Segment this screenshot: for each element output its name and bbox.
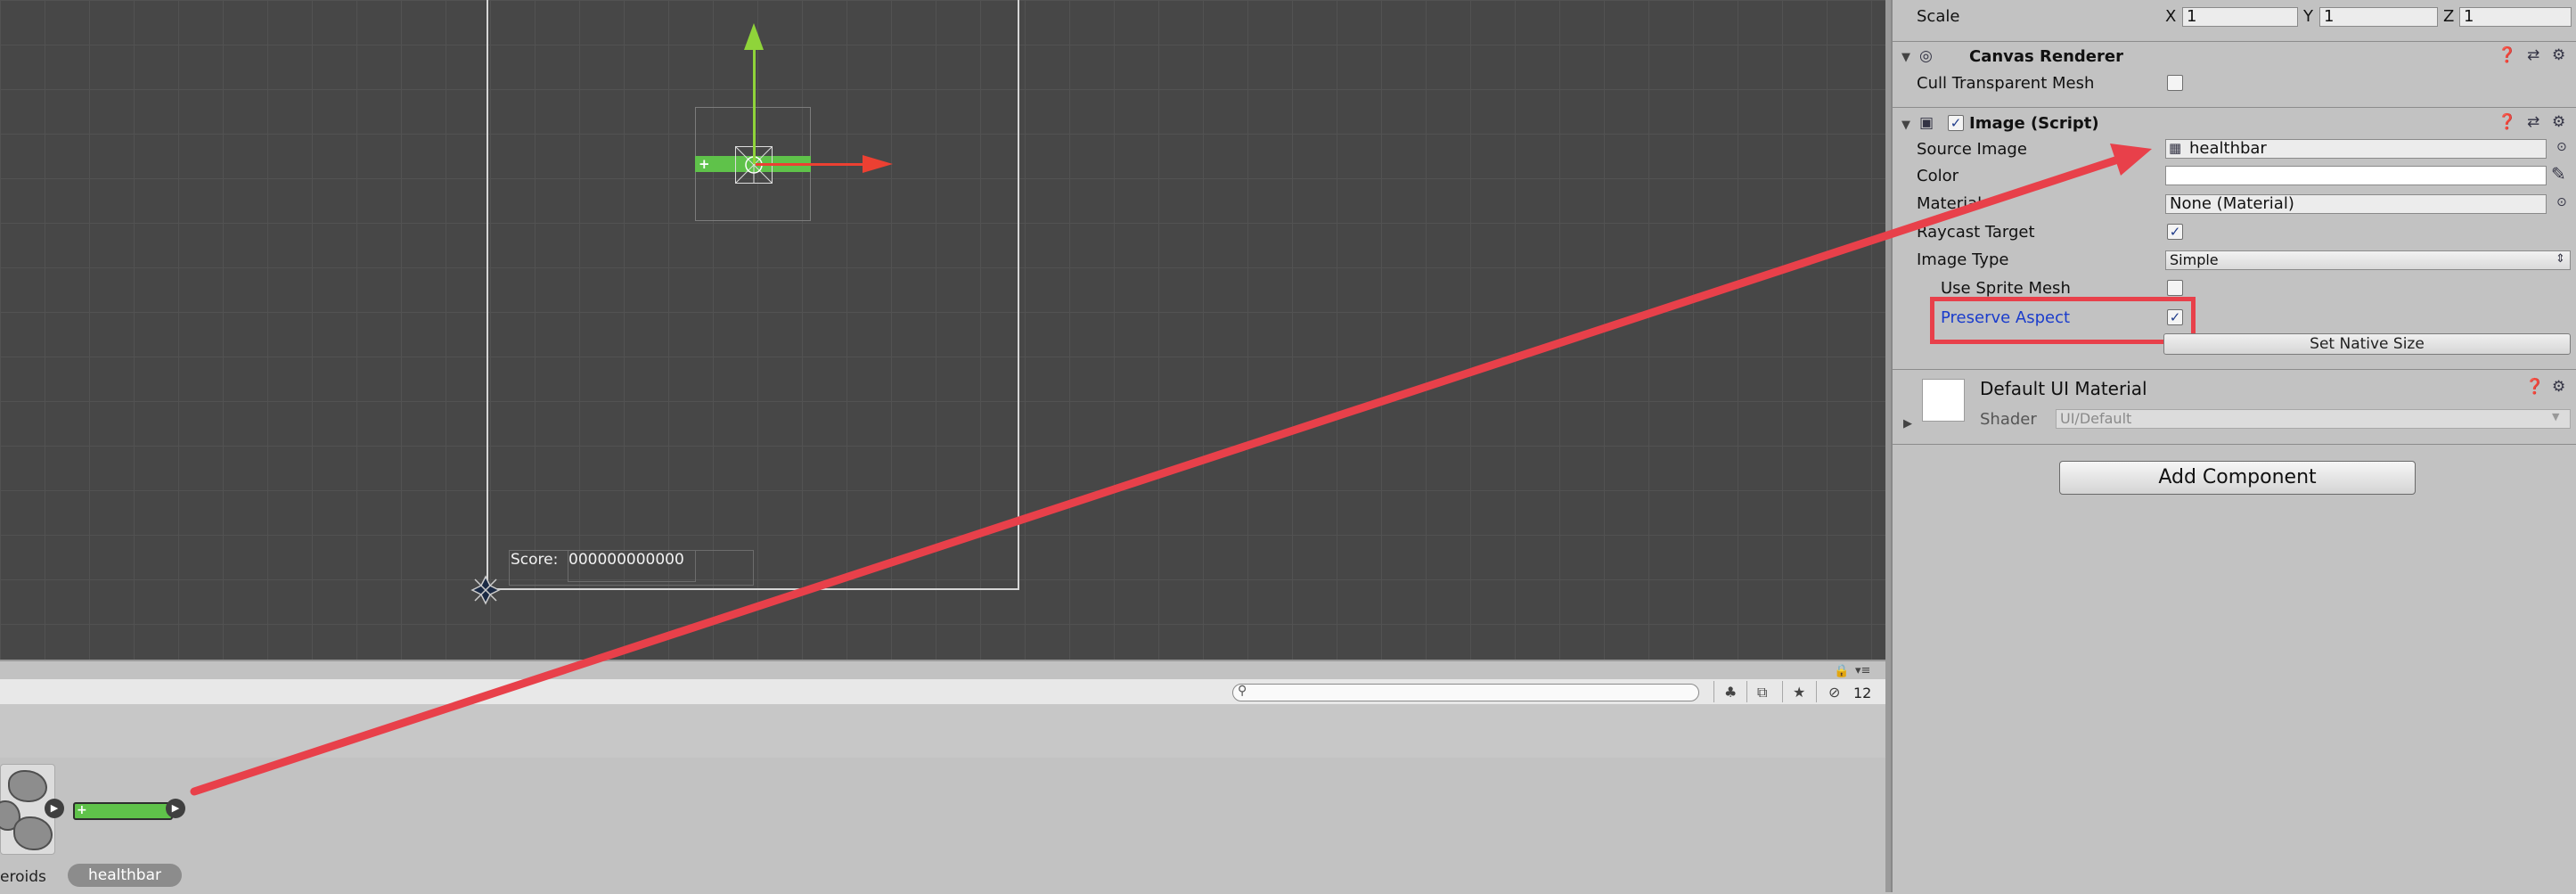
image-type-label: Image Type (1917, 250, 2009, 269)
scene-view[interactable]: + Score: 000000000000 (0, 0, 1885, 660)
plus-icon: + (699, 156, 710, 172)
gear-icon[interactable]: ⚙ (2552, 46, 2565, 64)
raycast-target-checkbox[interactable]: ✓ (2167, 224, 2183, 240)
move-gizmo-x-axis[interactable] (756, 163, 864, 166)
foldout-arrow-icon[interactable]: ▼ (1901, 119, 1910, 132)
component-divider (1893, 107, 2576, 108)
material-label: Material (1917, 194, 1983, 213)
asset-label-asteroids[interactable]: eroids (0, 868, 46, 886)
asteroid-sprites-icon (13, 816, 53, 850)
help-icon[interactable]: ❓ (2498, 46, 2516, 64)
search-icon: ⚲ (1238, 684, 1247, 698)
filter-by-type-icon[interactable]: ♣ (1724, 684, 1737, 701)
lock-icon[interactable]: 🔒 (1834, 664, 1849, 678)
search-input[interactable] (1232, 684, 1699, 701)
project-toolbar: ⚲ ♣ ⧉ ★ ⊘ 12 (0, 679, 1885, 705)
scale-x-field[interactable]: 1 (2182, 7, 2298, 27)
toolbar-divider (1782, 681, 1783, 702)
image-enabled-checkbox[interactable]: ✓ (1948, 115, 1964, 131)
project-asset-area (0, 704, 1885, 758)
scale-x-label[interactable]: X (2165, 7, 2176, 26)
material-title: Default UI Material (1980, 378, 2147, 399)
asset-healthbar-thumbnail[interactable]: + (73, 802, 173, 820)
panel-menu-icon[interactable]: ▾≡ (1855, 664, 1870, 677)
scale-z-label[interactable]: Z (2443, 7, 2454, 26)
image-script-title[interactable]: Image (Script) (1969, 114, 2099, 133)
expand-asteroids-button[interactable]: ▶ (45, 799, 64, 818)
move-gizmo-y-axis[interactable] (753, 45, 756, 164)
gear-icon[interactable]: ⚙ (2552, 378, 2565, 396)
presets-icon[interactable]: ⇄ (2527, 113, 2539, 131)
material-field[interactable]: None (Material) (2165, 194, 2547, 214)
presets-icon[interactable]: ⇄ (2527, 46, 2539, 64)
cull-transparent-mesh-checkbox[interactable] (2167, 75, 2183, 91)
project-panel: 🔒 ▾≡ ⚲ ♣ ⧉ ★ ⊘ 12 ▶ + ▶ eroids healthbar (0, 660, 1885, 894)
favorite-star-icon[interactable]: ★ (1793, 684, 1805, 701)
anchor-icon[interactable] (470, 575, 501, 605)
use-sprite-mesh-label: Use Sprite Mesh (1941, 279, 2071, 298)
source-image-label: Source Image (1917, 140, 2027, 159)
arrow-up-icon[interactable] (744, 23, 764, 50)
set-native-size-button[interactable]: Set Native Size (2163, 333, 2571, 355)
sprite-icon: ▦ (2169, 140, 2182, 156)
canvas-renderer-icon: ◎ (1919, 47, 1933, 65)
dropdown-arrow-icon: ⇕ (2556, 252, 2565, 266)
foldout-arrow-icon[interactable]: ▼ (1901, 51, 1910, 64)
foldout-arrow-icon[interactable]: ▶ (1903, 417, 1912, 431)
shader-dropdown[interactable]: UI/Default (2056, 409, 2571, 429)
toolbar-divider (1816, 681, 1817, 702)
component-divider (1893, 41, 2576, 42)
inspector-panel (1891, 0, 2576, 892)
dropdown-arrow-icon: ▼ (2552, 411, 2560, 422)
project-panel-header: 🔒 ▾≡ (0, 661, 1885, 679)
toolbar-divider (1746, 681, 1747, 702)
raycast-target-label: Raycast Target (1917, 223, 2035, 242)
eyedropper-icon[interactable]: ✎ (2551, 163, 2566, 185)
scale-label: Scale (1917, 7, 1960, 26)
image-type-dropdown[interactable]: Simple (2165, 250, 2571, 270)
plus-icon: + (77, 803, 87, 817)
component-divider (1893, 444, 2576, 445)
object-picker-icon[interactable]: ⊙ (2556, 195, 2567, 209)
scale-y-label[interactable]: Y (2303, 7, 2313, 26)
asteroid-sprites-icon (8, 770, 47, 802)
help-icon[interactable]: ❓ (2498, 113, 2516, 131)
cull-transparent-mesh-label: Cull Transparent Mesh (1917, 74, 2095, 93)
score-value: 000000000000 (568, 551, 684, 569)
toolbar-divider (1713, 681, 1714, 702)
score-label: Score: (511, 551, 559, 569)
shader-label: Shader (1980, 410, 2037, 429)
hidden-packages-count: 12 (1853, 685, 1872, 701)
help-icon[interactable]: ❓ (2525, 378, 2544, 396)
filter-by-label-icon[interactable]: ⧉ (1757, 684, 1767, 701)
hidden-packages-icon[interactable]: ⊘ (1828, 684, 1840, 701)
gear-icon[interactable]: ⚙ (2552, 113, 2565, 131)
material-preview-swatch (1922, 379, 1965, 422)
scale-z-field[interactable]: 1 (2459, 7, 2572, 27)
add-component-button[interactable]: Add Component (2059, 461, 2416, 495)
color-label: Color (1917, 167, 1959, 185)
annotation-highlight-box (1930, 297, 2196, 344)
arrow-right-icon[interactable] (863, 155, 893, 173)
source-image-field[interactable]: healthbar (2165, 139, 2547, 159)
expand-healthbar-button[interactable]: ▶ (166, 799, 185, 818)
asset-label-healthbar[interactable]: healthbar (68, 864, 182, 887)
component-divider (1893, 369, 2576, 370)
canvas-renderer-title[interactable]: Canvas Renderer (1969, 47, 2123, 66)
use-sprite-mesh-checkbox[interactable] (2167, 280, 2183, 296)
scale-y-field[interactable]: 1 (2319, 7, 2438, 27)
object-picker-icon[interactable]: ⊙ (2556, 140, 2567, 154)
image-component-icon: ▣ (1919, 114, 1934, 132)
color-field[interactable] (2165, 166, 2547, 185)
